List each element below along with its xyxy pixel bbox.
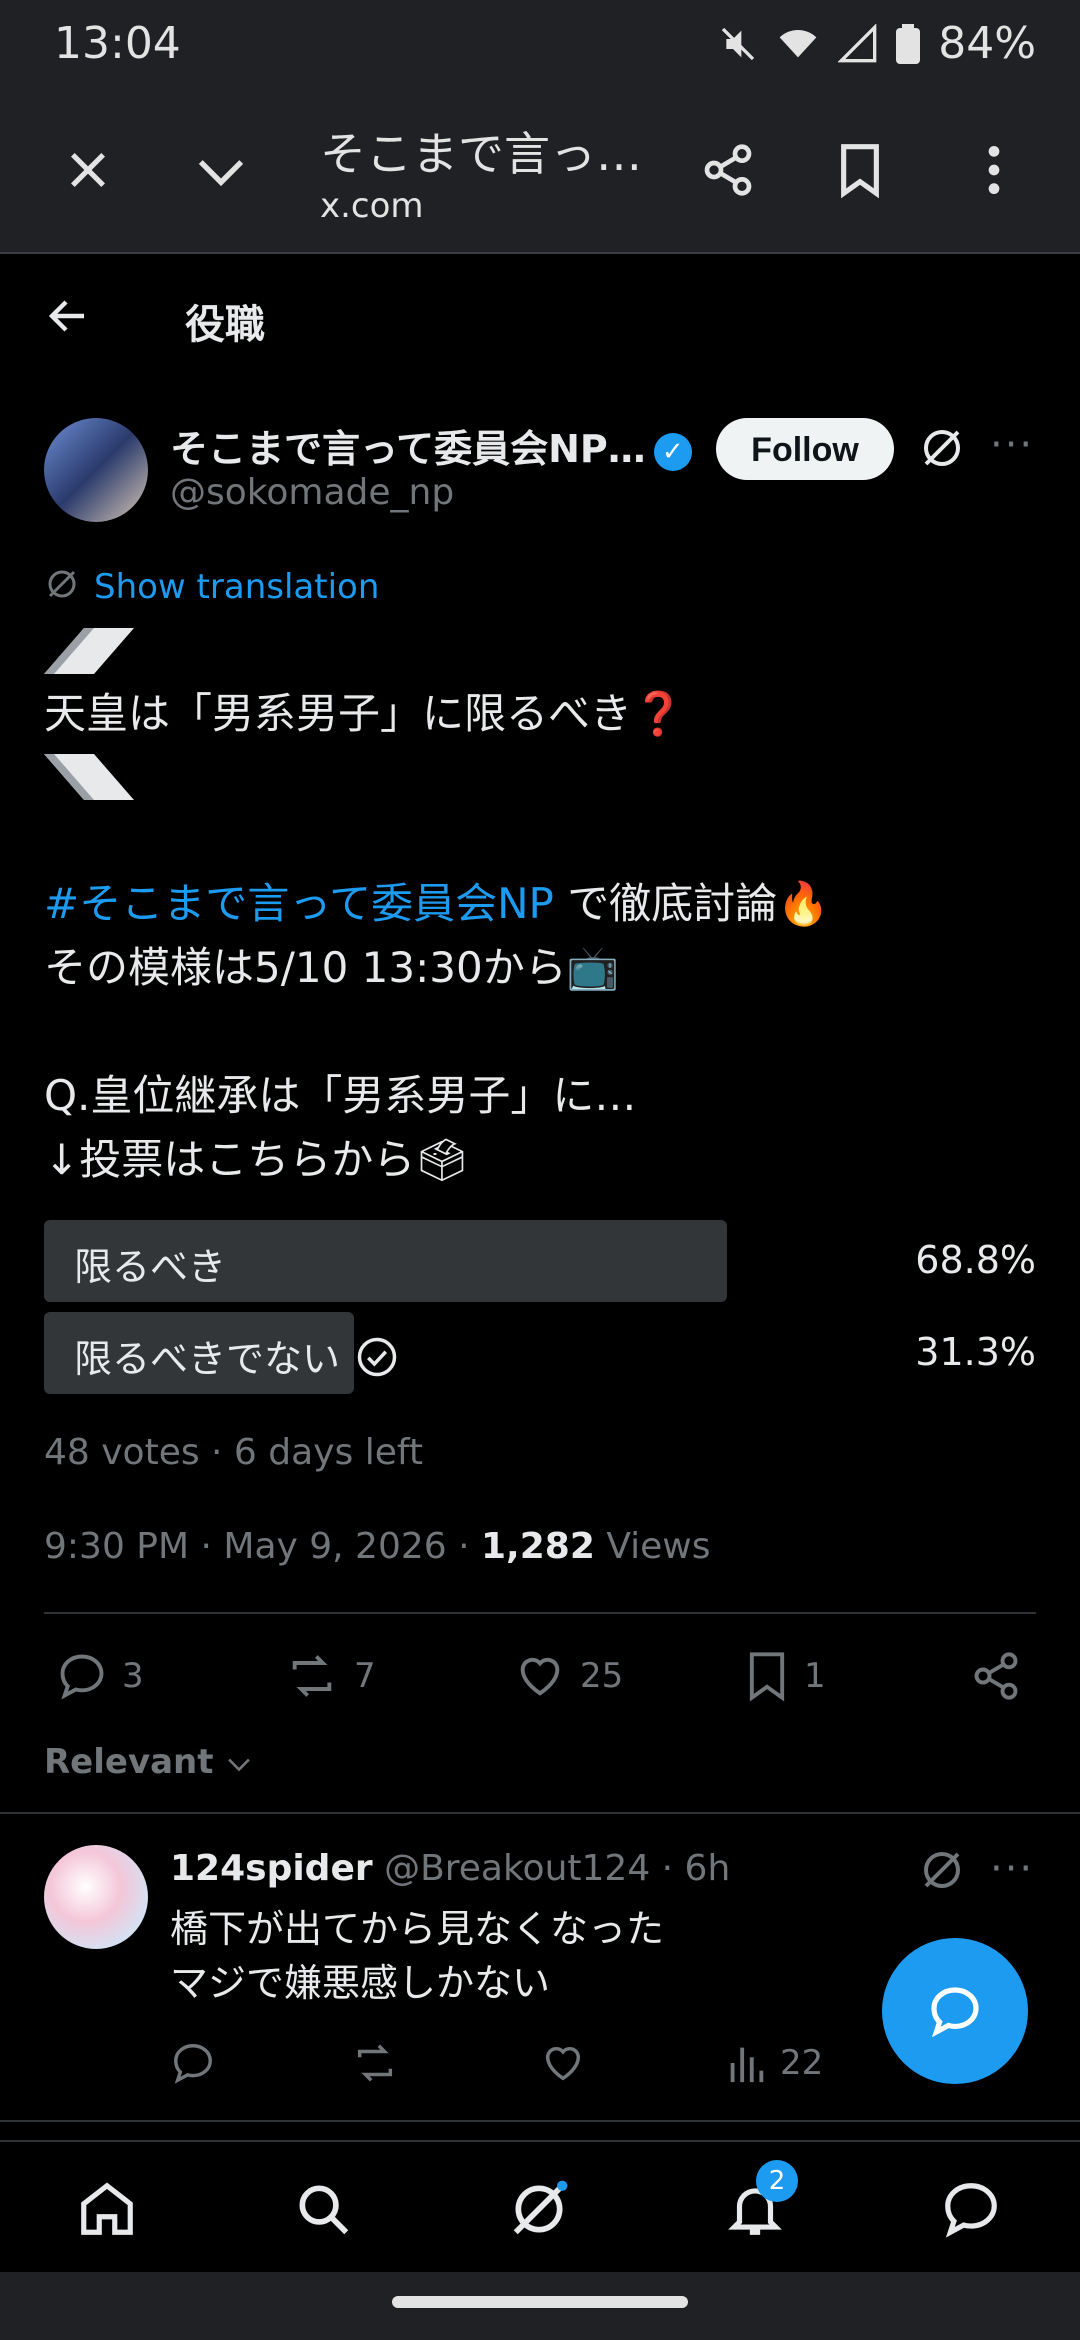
post-line-debate: #そこまで言って委員会NP で徹底討論🔥 bbox=[44, 872, 830, 936]
wifi-icon bbox=[776, 24, 820, 64]
battery-level: 84% bbox=[938, 18, 1036, 69]
follow-button[interactable]: Follow bbox=[716, 418, 894, 480]
repost-count: 7 bbox=[354, 1656, 376, 1696]
reply-button[interactable]: 3 bbox=[56, 1650, 144, 1702]
system-nav-bar bbox=[0, 2272, 1080, 2340]
reply-avatar[interactable] bbox=[44, 1845, 148, 1949]
author-handle[interactable]: @sokomade_np bbox=[170, 472, 454, 513]
verified-badge-icon: ✓ bbox=[653, 432, 692, 471]
page-url[interactable]: x.com bbox=[320, 186, 424, 226]
debate-text: で徹底討論🔥 bbox=[553, 879, 830, 928]
reply-like-button[interactable] bbox=[540, 2040, 586, 2086]
grok-icon[interactable] bbox=[918, 424, 966, 472]
like-button[interactable]: 25 bbox=[514, 1650, 623, 1702]
author-name[interactable]: そこまで言って委員会NP… ✓ bbox=[170, 418, 692, 473]
divider bbox=[44, 1612, 1036, 1614]
show-translation-label: Show translation bbox=[94, 567, 380, 607]
bookmark-button[interactable]: 1 bbox=[744, 1650, 826, 1702]
heart-icon bbox=[520, 1657, 560, 1696]
reply-repost-button[interactable] bbox=[350, 2040, 400, 2086]
views-count: 1,282 bbox=[481, 1526, 595, 1567]
grok-icon[interactable] bbox=[918, 1846, 966, 1894]
chat-bubble-icon bbox=[927, 1983, 983, 2039]
reply-text: 橋下が出てから見なくなった マジで嫌悪感しかない bbox=[170, 1902, 664, 2010]
bar-chart-icon bbox=[730, 2047, 764, 2083]
battery-icon bbox=[896, 23, 921, 64]
check-circle-icon bbox=[356, 1336, 398, 1387]
sort-label: Relevant bbox=[44, 1742, 214, 1782]
reply-handle-time[interactable]: @Breakout124 · 6h bbox=[384, 1848, 730, 1889]
bookmark-icon bbox=[749, 1652, 785, 1702]
notifications-badge: 2 bbox=[756, 2160, 798, 2202]
overflow-menu-icon[interactable] bbox=[974, 142, 1014, 198]
repost-icon bbox=[292, 1655, 332, 1697]
post-line-time: その模様は5/10 13:30から📺 bbox=[44, 943, 619, 992]
reply-views-count: 22 bbox=[780, 2043, 824, 2083]
share-icon[interactable] bbox=[700, 142, 756, 198]
status-bar: 13:04 84% bbox=[0, 0, 1080, 96]
repost-icon bbox=[357, 2044, 393, 2082]
compose-reply-button[interactable] bbox=[882, 1938, 1028, 2084]
reply-more-icon[interactable]: ··· bbox=[990, 1846, 1034, 1892]
poll-option-pct-2: 31.3% bbox=[915, 1330, 1036, 1374]
grok-icon bbox=[44, 566, 80, 611]
poll-option-pct-1: 68.8% bbox=[915, 1238, 1036, 1282]
show-translation[interactable]: Show translation bbox=[44, 566, 379, 611]
bookmark-count: 1 bbox=[804, 1656, 826, 1696]
status-time: 13:04 bbox=[54, 18, 181, 69]
status-icons: 84% bbox=[718, 18, 1036, 69]
grok-icon[interactable] bbox=[508, 2178, 570, 2240]
sort-dropdown[interactable]: Relevant bbox=[44, 1742, 253, 1784]
chevron-down-icon[interactable] bbox=[194, 148, 248, 194]
reply-reply-button[interactable] bbox=[170, 2040, 216, 2086]
post-more-icon[interactable]: ··· bbox=[990, 422, 1034, 468]
slash-deco-top bbox=[44, 628, 134, 678]
slash-deco-bottom bbox=[44, 754, 134, 804]
page-title: そこまで言っ… bbox=[320, 127, 642, 181]
reply-line-2: マジで嫌悪感しかない bbox=[170, 1961, 551, 2005]
bottom-nav: 2 bbox=[0, 2140, 1080, 2274]
post-line-q: Q.皇位継承は「男系男子」に… bbox=[44, 1071, 637, 1120]
mute-icon bbox=[718, 24, 758, 64]
messages-icon[interactable] bbox=[940, 2178, 1002, 2240]
signal-icon bbox=[838, 23, 878, 64]
share-icon bbox=[974, 1652, 1018, 1700]
poll-option-label-2: 限るべきでない bbox=[74, 1328, 398, 1387]
poll-option-label-1: 限るべき bbox=[74, 1245, 227, 1289]
bookmark-icon[interactable] bbox=[834, 142, 886, 198]
post-line-vote: ↓投票はこちらから🗳 bbox=[44, 1135, 469, 1184]
reply-count: 3 bbox=[122, 1656, 144, 1696]
post-line-question: 天皇は「男系男子」に限るべき❓ bbox=[44, 689, 685, 738]
header-title: 役職 bbox=[185, 302, 265, 348]
heart-icon bbox=[545, 2046, 581, 2081]
reply-header: 124spider @Breakout124 · 6h bbox=[170, 1848, 730, 1889]
author-avatar[interactable] bbox=[44, 418, 148, 522]
post-timestamp: 9:30 PM · May 9, 2026 · 1,282 Views bbox=[44, 1526, 711, 1567]
back-arrow-icon[interactable] bbox=[44, 292, 92, 340]
home-icon[interactable] bbox=[76, 2178, 138, 2240]
reply-author-name[interactable]: 124spider bbox=[170, 1848, 373, 1889]
hashtag-link[interactable]: #そこまで言って委員会NP bbox=[44, 879, 554, 928]
chevron-down-icon bbox=[225, 1744, 253, 1784]
reply-icon bbox=[60, 1654, 104, 1700]
reply-line-1: 橋下が出てから見なくなった bbox=[170, 1907, 665, 1951]
home-gesture-handle[interactable] bbox=[392, 2296, 688, 2308]
share-button[interactable] bbox=[970, 1650, 1022, 1702]
like-count: 25 bbox=[580, 1656, 624, 1696]
repost-button[interactable]: 7 bbox=[284, 1650, 376, 1702]
divider bbox=[0, 1812, 1080, 1814]
poll-votes: 48 votes · 6 days left bbox=[44, 1432, 424, 1473]
close-icon[interactable] bbox=[62, 144, 114, 196]
search-icon[interactable] bbox=[292, 2178, 354, 2240]
reply-views-button[interactable]: 22 bbox=[726, 2040, 823, 2086]
reply-icon bbox=[174, 2044, 212, 2084]
divider bbox=[0, 2120, 1080, 2122]
